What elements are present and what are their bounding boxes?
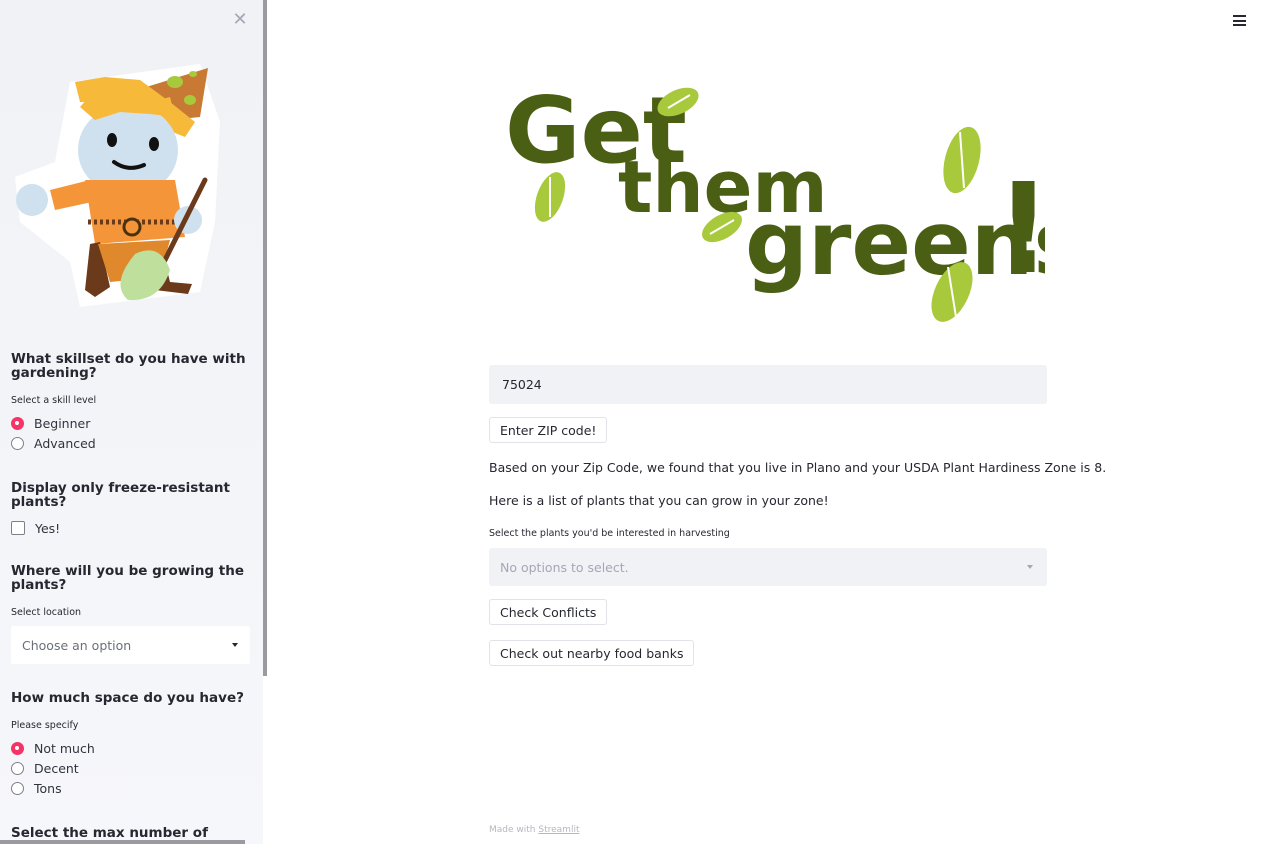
food-banks-button[interactable]: Check out nearby food banks [489, 640, 695, 666]
harvest-placeholder: No options to select. [500, 559, 629, 575]
checkbox-icon[interactable] [11, 521, 25, 535]
radio-advanced[interactable]: Advanced [11, 434, 96, 452]
close-icon[interactable]: ✕ [232, 11, 248, 29]
radio-label: Advanced [34, 435, 96, 451]
sidebar: ✕ What skillset do you have with gardeni… [0, 0, 263, 844]
streamlit-link[interactable]: Streamlit [538, 825, 579, 835]
chevron-down-icon [232, 643, 238, 647]
gardener-mascot-illustration [15, 64, 220, 307]
radio-unselected-icon[interactable] [11, 761, 24, 775]
radio-selected-icon[interactable] [11, 416, 24, 430]
skill-caption: Select a skill level [11, 395, 97, 406]
footer: Made with Streamlit [489, 825, 579, 835]
radio-label: Tons [34, 780, 62, 796]
radio-beginner[interactable]: Beginner [11, 414, 90, 432]
checkbox-label: Yes! [35, 520, 61, 536]
sidebar-vertical-scrollbar[interactable] [263, 0, 267, 676]
plant-list-intro: Here is a list of plants that you can gr… [489, 493, 829, 508]
radio-decent[interactable]: Decent [11, 759, 79, 777]
sidebar-horizontal-scrollbar[interactable] [0, 840, 245, 844]
radio-unselected-icon[interactable] [11, 436, 24, 450]
location-select-value: Choose an option [22, 637, 132, 653]
zip-code-value: 75024 [502, 377, 542, 392]
radio-tons[interactable]: Tons [11, 779, 62, 797]
radio-label: Not much [34, 740, 95, 756]
logo-exclamation: ! [995, 157, 1045, 302]
freeze-heading: Display only freeze-resistant plants? [11, 480, 230, 510]
zone-result-text: Based on your Zip Code, we found that yo… [489, 460, 1107, 475]
harvest-select-caption: Select the plants you'd be interested in… [489, 528, 730, 539]
location-caption: Select location [11, 607, 82, 618]
radio-label: Decent [34, 760, 79, 776]
chevron-down-icon [1027, 565, 1033, 569]
radio-label: Beginner [34, 415, 91, 431]
space-heading: How much space do you have? [11, 690, 244, 706]
footer-prefix: Made with [489, 825, 536, 835]
radio-not-much[interactable]: Not much [11, 739, 95, 757]
zip-code-input[interactable]: 75024 [489, 365, 1047, 404]
space-caption: Please specify [11, 720, 79, 731]
hamburger-menu-icon[interactable] [1233, 15, 1246, 27]
radio-unselected-icon[interactable] [11, 781, 24, 795]
harvest-multiselect[interactable]: No options to select. [489, 548, 1047, 586]
freeze-checkbox[interactable]: Yes! [11, 519, 60, 537]
get-them-greens-logo: Get them greens ! [505, 77, 1045, 322]
location-select[interactable]: Choose an option [11, 626, 250, 664]
radio-selected-icon[interactable] [11, 741, 24, 755]
enter-zip-button[interactable]: Enter ZIP code! [489, 417, 608, 443]
skill-heading: What skillset do you have with gardening… [11, 351, 246, 381]
check-conflicts-button[interactable]: Check Conflicts [489, 599, 608, 625]
location-heading: Where will you be growing the plants? [11, 563, 245, 593]
